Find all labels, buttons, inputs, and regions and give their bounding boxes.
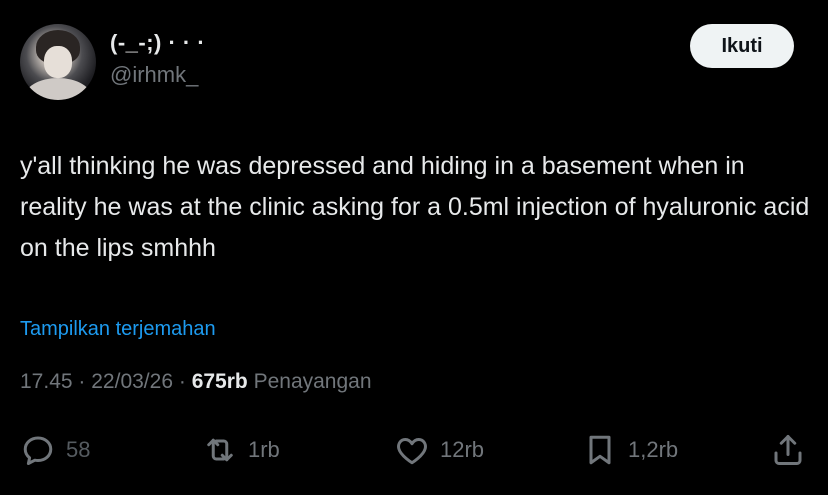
views-count: 675rb <box>191 370 248 393</box>
author-handle[interactable]: @irhmk_ <box>110 62 198 88</box>
bookmark-count: 1,2rb <box>628 437 679 462</box>
repost-button[interactable]: 1rb <box>202 428 280 472</box>
avatar[interactable] <box>20 24 96 100</box>
reply-count: 58 <box>66 437 91 462</box>
bookmark-icon <box>589 435 611 465</box>
reply-icon <box>23 436 53 465</box>
meta-separator: · <box>178 370 186 393</box>
author-display-name[interactable]: (-_-;) · · · <box>110 30 205 56</box>
repost-icon <box>207 438 233 462</box>
show-translation-link[interactable]: Tampilkan terjemahan <box>20 318 216 341</box>
share-icon <box>774 435 802 465</box>
meta-separator: · <box>78 370 86 393</box>
avatar-face <box>44 46 72 78</box>
avatar-body <box>24 78 92 100</box>
tweet-time[interactable]: 17.45 <box>20 370 73 393</box>
tweet-meta: 17.45 · 22/03/26 · 675rb Penayangan <box>20 370 372 394</box>
reply-button[interactable]: 58 <box>20 428 90 472</box>
tweet-date[interactable]: 22/03/26 <box>91 370 173 393</box>
heart-icon <box>397 438 427 465</box>
tweet-text: y'all thinking he was depressed and hidi… <box>20 152 810 262</box>
tweet-actions: 58 1rb 12rb 1,2rb <box>20 428 810 472</box>
bookmark-button[interactable]: 1,2rb <box>582 428 678 472</box>
views-label: Penayangan <box>253 370 372 393</box>
follow-button[interactable]: Ikuti <box>690 24 794 68</box>
like-count: 12rb <box>440 437 485 462</box>
like-button[interactable]: 12rb <box>394 428 484 472</box>
share-button[interactable] <box>770 428 806 472</box>
repost-count: 1rb <box>248 437 280 462</box>
